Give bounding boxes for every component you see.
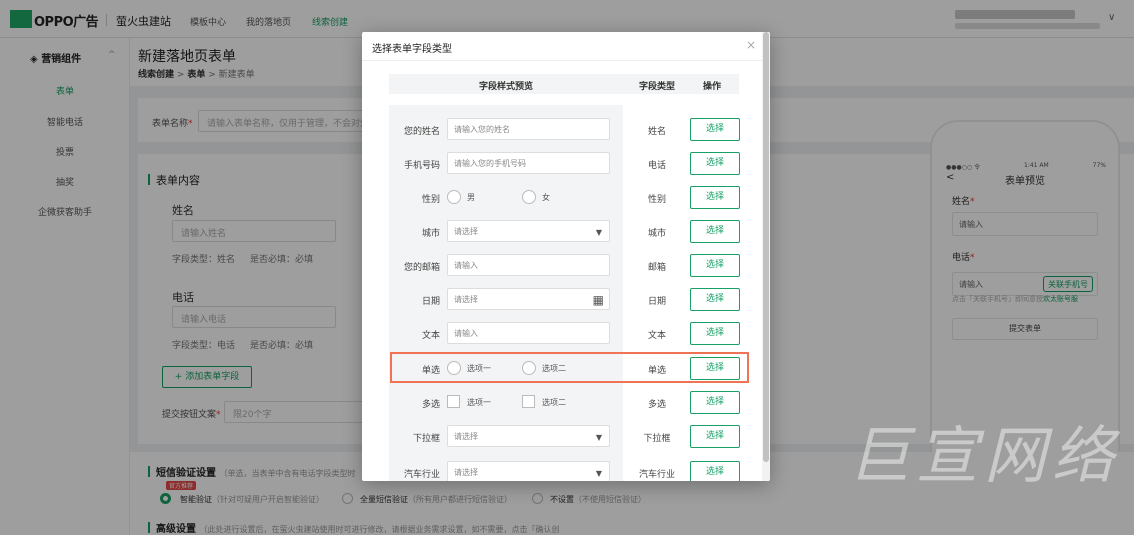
caret-down-icon: ▼ [595,469,602,478]
auto-industry-select[interactable]: 请选择 ▼ [447,461,610,481]
calendar-icon: ▦ [592,293,604,307]
phone-input[interactable]: 请输入您的手机号码 [447,152,610,174]
select-button-city[interactable]: 选择 [690,220,740,243]
select-button-email[interactable]: 选择 [690,254,740,277]
email-input[interactable]: 请输入 [447,254,610,276]
select-button-dropdown[interactable]: 选择 [690,425,740,448]
modal-title: 选择表单字段类型 [372,44,452,55]
table-row: 日期 请选择 ▦ 日期 选择 [362,285,770,315]
table-row: 手机号码 请输入您的手机号码 电话 选择 [362,149,770,179]
city-select[interactable]: 请选择 ▼ [447,220,610,242]
header-preview: 字段样式预览 [479,82,534,92]
select-button-gender[interactable]: 选择 [690,186,740,209]
divider [362,60,770,61]
multi-option-2-checkbox[interactable] [522,395,535,408]
field-type-modal: 选择表单字段类型 × 字段样式预览 字段类型 操作 您的姓名 请输入您的姓名 姓… [362,32,770,481]
name-input[interactable]: 请输入您的姓名 [447,118,610,140]
table-row: 您的邮箱 请输入 邮箱 选择 [362,251,770,281]
close-icon[interactable]: × [746,38,756,52]
multi-option-1-checkbox[interactable] [447,395,460,408]
watermark: 巨宣网络 [848,419,1121,492]
caret-down-icon: ▼ [595,433,602,442]
gender-female-radio[interactable] [522,190,536,204]
header-type: 字段类型 [639,82,676,92]
select-button-auto[interactable]: 选择 [690,461,740,481]
table-row: 汽车行业 请选择 ▼ 汽车行业 选择 [362,458,770,481]
table-header: 字段样式预览 字段类型 操作 [389,74,739,94]
select-button-date[interactable]: 选择 [690,288,740,311]
date-picker[interactable]: 请选择 ▦ [447,288,610,310]
select-button-name[interactable]: 选择 [690,118,740,141]
table-row: 多选 选项一 选项二 多选 选择 [362,388,770,418]
caret-down-icon: ▼ [595,228,602,237]
table-row: 城市 请选择 ▼ 城市 选择 [362,217,770,247]
table-row: 文本 请输入 文本 选择 [362,319,770,349]
select-button-text[interactable]: 选择 [690,322,740,345]
table-row: 您的姓名 请输入您的姓名 姓名 选择 [362,115,770,145]
highlight-box [390,352,749,383]
dropdown-select[interactable]: 请选择 ▼ [447,425,610,447]
header-action: 操作 [703,82,722,92]
gender-male-radio[interactable] [447,190,461,204]
select-button-phone[interactable]: 选择 [690,152,740,175]
text-input[interactable]: 请输入 [447,322,610,344]
table-row: 下拉框 请选择 ▼ 下拉框 选择 [362,422,770,452]
table-row: 性别 男 女 性别 选择 [362,183,770,213]
select-button-multi[interactable]: 选择 [690,391,740,414]
